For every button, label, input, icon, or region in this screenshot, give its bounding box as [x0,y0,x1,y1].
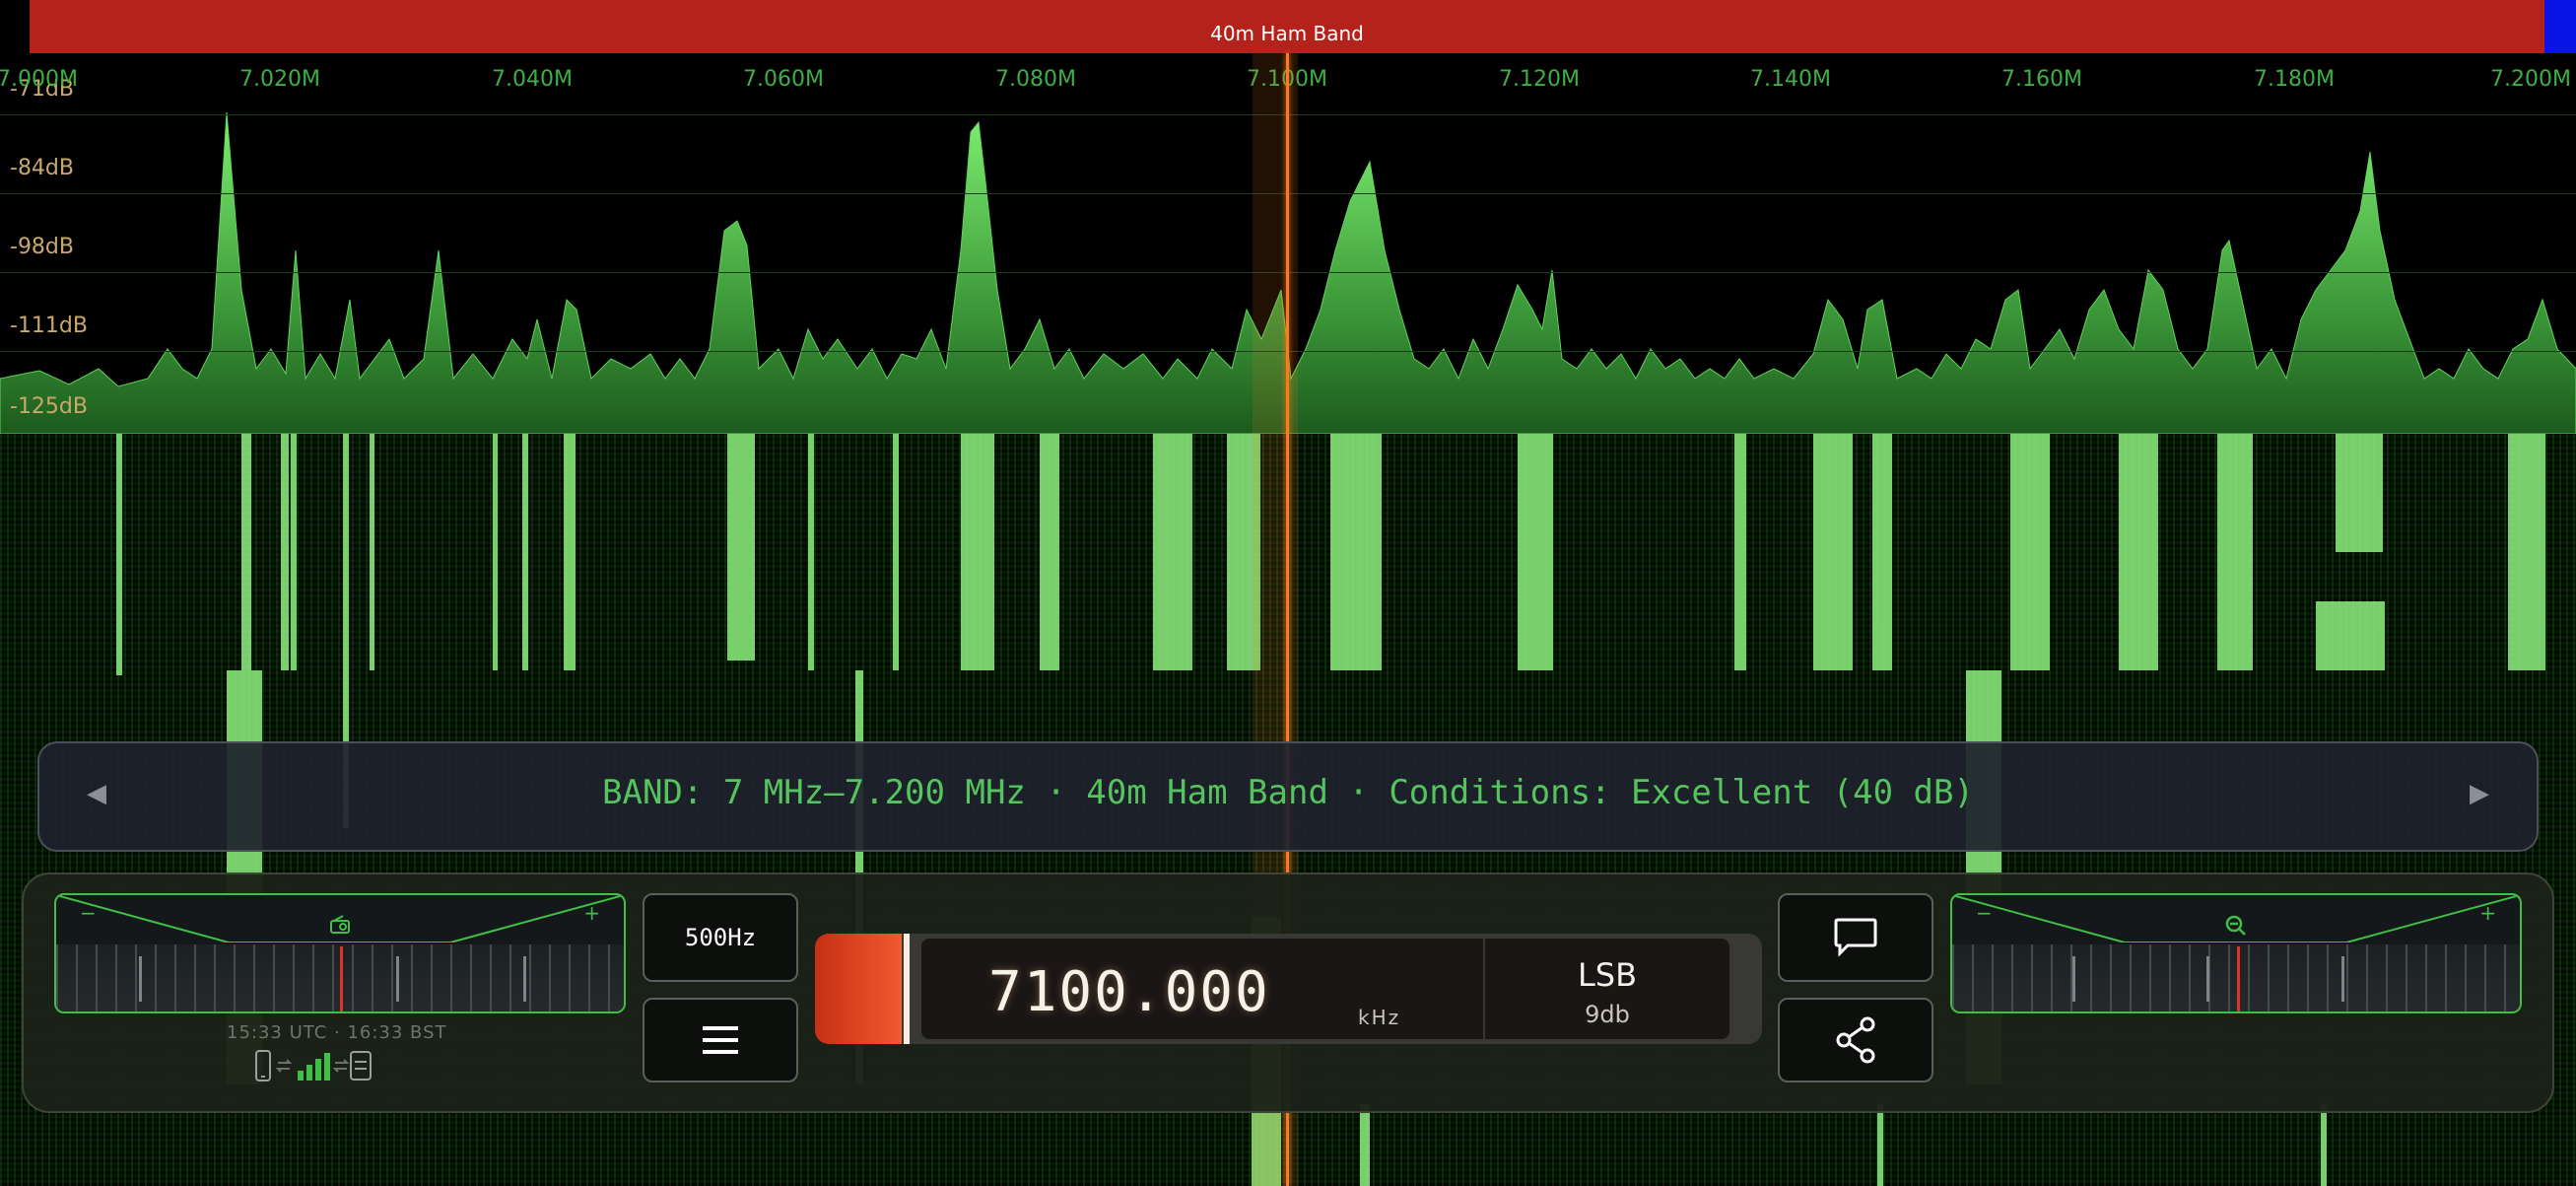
frequency-tick: 7.140M [1750,67,1831,92]
dial-major-tick [139,956,142,1002]
signal-bars-icon [298,1053,330,1081]
frequency-tick: 7.040M [492,67,573,92]
dial-increase-button[interactable]: + [2479,901,2496,925]
frequency-readout[interactable]: 7100.000 kHz [921,939,1483,1039]
bandwidth-label: 500Hz [684,924,757,951]
frequency-value: 7100.000 [988,960,1270,1024]
dial-needle[interactable] [2237,946,2240,1012]
status-icons [254,1049,373,1082]
band-info-text: BAND: 7 MHz–7.200 MHz · 40m Ham Band · C… [602,773,1974,812]
band-info-banner: ◀ BAND: 7 MHz–7.200 MHz · 40m Ham Band ·… [37,741,2539,852]
phone-icon [255,1050,271,1081]
swap-icon [275,1059,293,1073]
db-label: -98dB [10,235,74,259]
share-icon [1836,1016,1875,1064]
bandwidth-button[interactable]: 500Hz [643,893,798,982]
mode-sub-value: 9db [1585,1001,1630,1028]
frequency-unit: kHz [1358,1006,1401,1029]
frequency-tick: 7.120M [1499,67,1580,92]
dial-major-tick [2072,956,2075,1002]
volume-dial[interactable]: − + [54,893,626,1013]
band-label: 40m Ham Band [1210,22,1364,45]
dial-increase-button[interactable]: + [583,901,600,925]
dial-major-tick [2341,956,2344,1002]
frequency-tick: 7.080M [995,67,1076,92]
menu-button[interactable] [643,998,798,1082]
mode-selector[interactable]: LSB 9db [1485,939,1729,1039]
chat-button[interactable] [1778,893,1933,982]
frequency-tick: 7.200M [2490,67,2571,92]
frequency-tick: 7.160M [2001,67,2082,92]
dial-decrease-button[interactable]: − [1976,901,1993,925]
db-label: -125dB [10,394,88,419]
swap-icon [332,1059,350,1073]
mode-value: LSB [1577,956,1638,994]
banner-next-arrow[interactable]: ▶ [2470,779,2489,808]
frequency-tick: 7.060M [743,67,824,92]
band-bar-edge-left [0,0,30,53]
db-label: -111dB [10,314,88,338]
chat-bubble-icon [1834,918,1877,957]
dial-major-tick [2206,956,2209,1002]
share-button[interactable] [1778,998,1933,1082]
dial-major-tick [396,956,399,1002]
dial-decrease-button[interactable]: − [80,901,97,925]
band-segment-next[interactable] [2544,0,2576,53]
dial-major-tick [523,956,526,1002]
radio-icon [330,915,350,934]
zoom-dial[interactable]: − + [1950,893,2522,1013]
frequency-tick: 7.020M [239,67,320,92]
frequency-cursor [904,934,910,1044]
hamburger-icon [703,1026,738,1054]
receiver-icon [350,1051,372,1081]
dial-ruler [1952,944,2520,1012]
clock-label: 15:33 UTC · 16:33 BST [227,1022,447,1043]
signal-level-bar [815,934,902,1044]
status-icons-svg [255,1050,372,1081]
frequency-tick: 7.180M [2254,67,2335,92]
frequency-display[interactable]: 7100.000 kHz LSB 9db [815,934,1762,1044]
zoom-out-icon [2225,915,2246,936]
dial-needle[interactable] [340,946,343,1012]
frequency-tick: 7.000M [0,67,78,92]
band-bar[interactable]: 40m Ham Band [0,0,2576,53]
db-label: -84dB [10,156,74,180]
